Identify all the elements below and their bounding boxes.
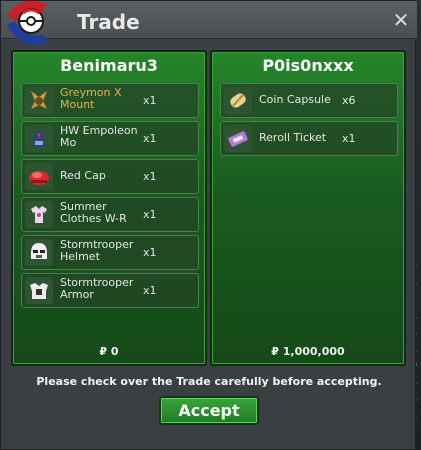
item-name: Red Cap bbox=[60, 169, 106, 182]
item-quantity: x1 bbox=[342, 132, 356, 145]
trade-item[interactable]: Stormtrooper Helmet x1 bbox=[21, 235, 199, 270]
red-cap-icon bbox=[25, 163, 53, 190]
item-name: Coin Capsule bbox=[259, 93, 331, 106]
trade-item[interactable]: Summer Clothes W-R x1 bbox=[21, 197, 199, 232]
window-title: Trade bbox=[77, 10, 140, 34]
item-name: HW Empoleon Mo bbox=[60, 124, 138, 149]
left-player-name: Benimaru3 bbox=[60, 56, 158, 75]
pokeball-logo-icon bbox=[7, 0, 49, 45]
ticket-icon bbox=[224, 125, 252, 152]
coin-capsule-icon bbox=[224, 87, 252, 114]
item-quantity: x1 bbox=[143, 208, 157, 221]
item-name: Stormtrooper Helmet bbox=[60, 238, 134, 263]
trade-item[interactable]: Stormtrooper Armor x1 bbox=[21, 273, 199, 308]
right-trade-panel: P0is0nxxx Coin Capsule x6 Reroll Ticket … bbox=[210, 50, 406, 366]
trade-notice: Please check over the Trade carefully be… bbox=[36, 375, 382, 388]
armor-icon bbox=[25, 277, 53, 304]
helmet-icon bbox=[25, 239, 53, 266]
clothes-icon bbox=[25, 201, 53, 228]
close-icon: ✕ bbox=[392, 8, 410, 32]
trade-window: Trade ✕ Benimaru3 Greymon X Mount x1 HW … bbox=[0, 0, 417, 450]
item-quantity: x1 bbox=[143, 94, 157, 107]
left-trade-panel: Benimaru3 Greymon X Mount x1 HW Empoleon… bbox=[11, 50, 207, 366]
item-quantity: x1 bbox=[143, 170, 157, 183]
item-name: Stormtrooper Armor bbox=[60, 276, 134, 301]
empoleon-icon bbox=[25, 125, 53, 152]
trade-item[interactable]: Coin Capsule x6 bbox=[220, 83, 398, 118]
right-player-name: P0is0nxxx bbox=[262, 56, 354, 75]
item-name: Summer Clothes W-R bbox=[60, 200, 127, 225]
trade-item[interactable]: Red Cap x1 bbox=[21, 159, 199, 194]
title-bar[interactable]: Trade ✕ bbox=[1, 0, 417, 45]
left-money: ₽ 0 bbox=[99, 345, 119, 358]
trade-item[interactable]: Greymon X Mount x1 bbox=[21, 83, 199, 118]
item-quantity: x6 bbox=[342, 94, 356, 107]
close-button[interactable]: ✕ bbox=[391, 10, 411, 30]
greymon-icon bbox=[25, 87, 53, 114]
item-quantity: x1 bbox=[143, 246, 157, 259]
trade-item[interactable]: Reroll Ticket x1 bbox=[220, 121, 398, 156]
item-name: Greymon X Mount bbox=[60, 86, 122, 111]
item-quantity: x1 bbox=[143, 284, 157, 297]
item-name: Reroll Ticket bbox=[259, 131, 327, 144]
trade-item[interactable]: HW Empoleon Mo x1 bbox=[21, 121, 199, 156]
accept-button[interactable]: Accept bbox=[159, 396, 259, 425]
right-money: ₽ 1,000,000 bbox=[271, 345, 345, 358]
item-quantity: x1 bbox=[143, 132, 157, 145]
